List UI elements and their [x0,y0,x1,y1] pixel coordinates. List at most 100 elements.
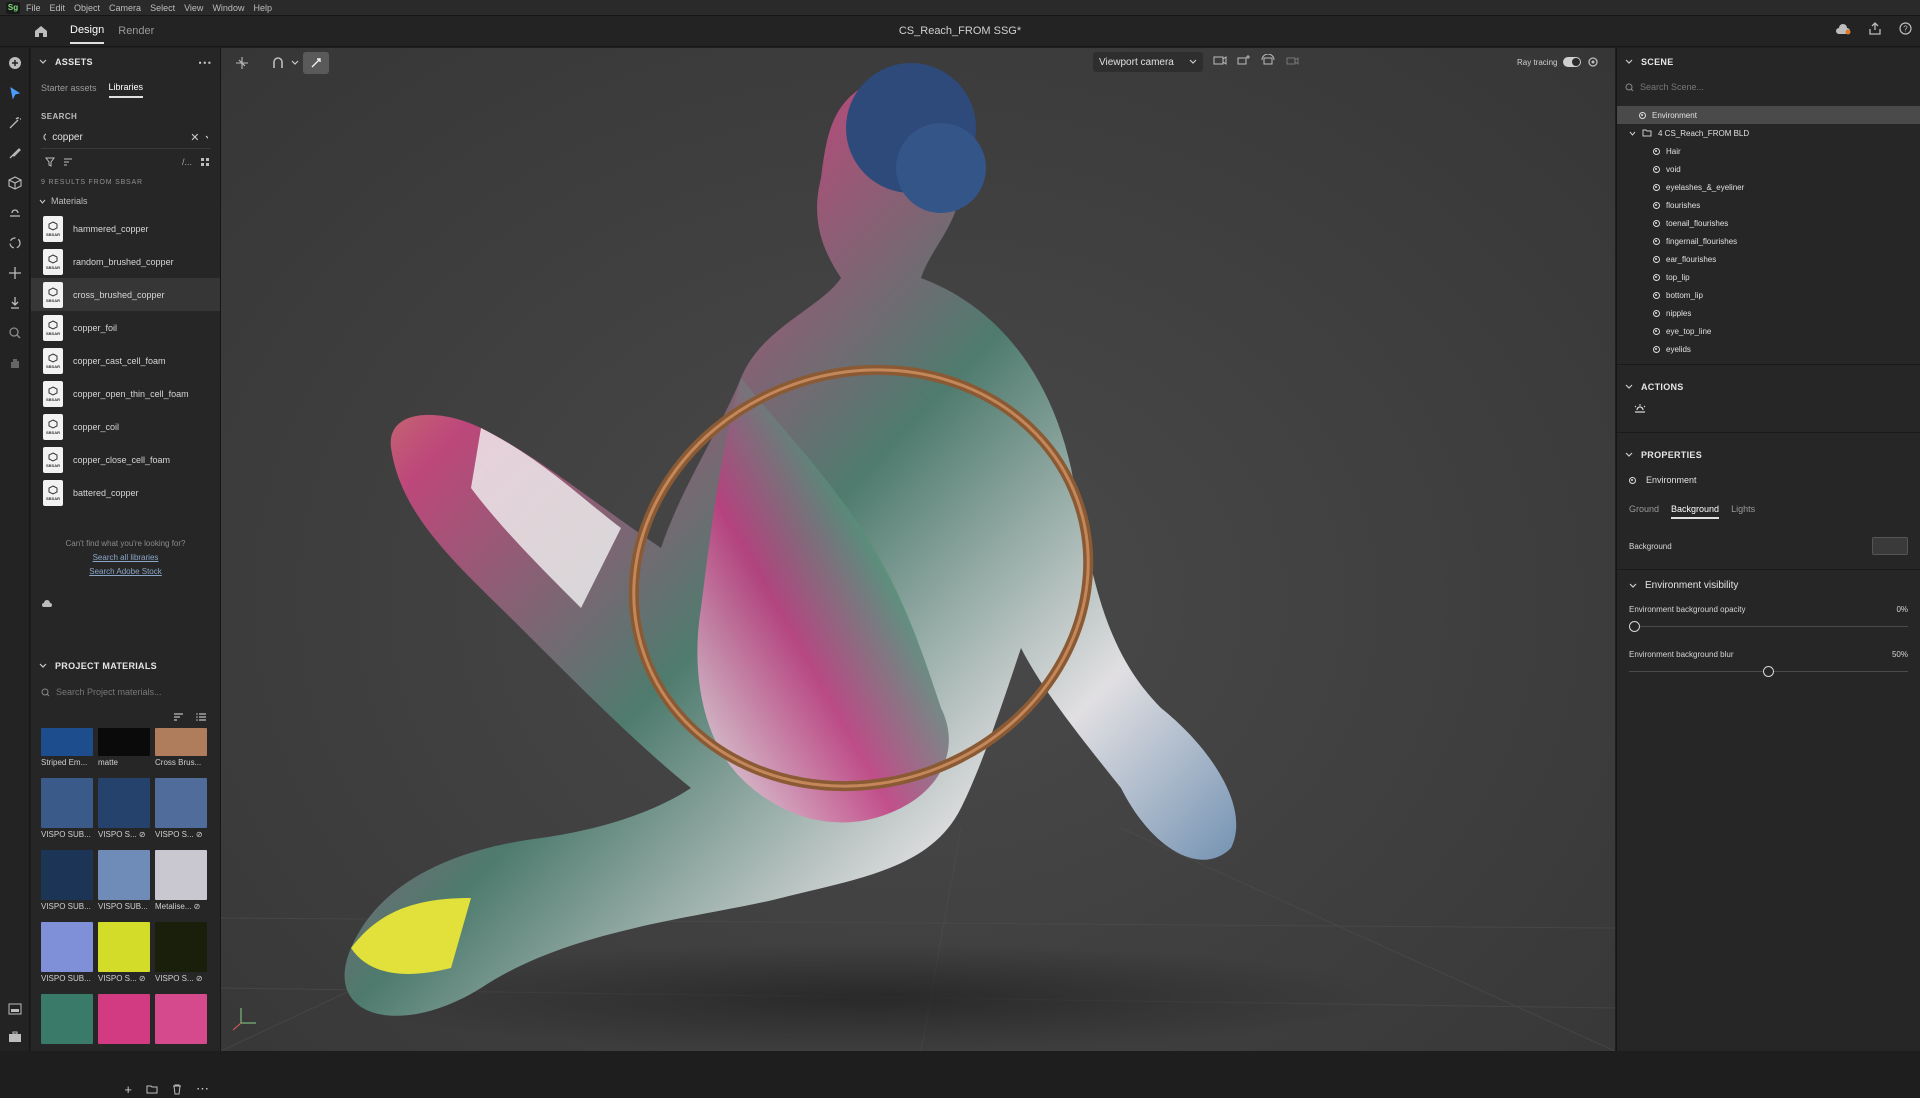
chevron-down-icon[interactable] [291,60,299,66]
materials-group[interactable]: Materials [31,190,220,212]
select-tool[interactable] [0,78,30,108]
tab-render[interactable]: Render [118,19,154,43]
tree-item[interactable]: nipples [1617,304,1920,322]
material-swatch[interactable]: Striped Em... [41,728,93,770]
orbit-tool[interactable] [0,228,30,258]
tree-item[interactable]: flourishes [1617,196,1920,214]
camera-add-icon[interactable] [1237,54,1251,66]
gizmo-toggle[interactable] [303,52,329,74]
share-icon[interactable] [1869,22,1881,35]
filter-icon[interactable] [45,157,55,167]
material-item[interactable]: SBSAR copper_coil [31,410,220,443]
help-icon[interactable]: ? [1899,22,1912,35]
trash-icon[interactable] [172,1084,182,1095]
opacity-slider[interactable] [1629,620,1908,632]
project-search-input[interactable]: Search Project materials... [56,687,162,697]
sort-icon[interactable] [63,157,73,167]
transform-tool[interactable] [229,52,255,74]
material-swatch[interactable]: VISPO S... ⊘ [98,922,150,986]
material-swatch[interactable]: VISPO SUB... [41,778,93,842]
tree-item[interactable]: toenail_flourishes [1617,214,1920,232]
blur-slider[interactable] [1629,665,1908,677]
more-options-icon[interactable]: ⋯ [198,54,212,71]
tree-item[interactable]: ear_flourishes [1617,250,1920,268]
asset-search-input[interactable] [52,132,185,143]
tab-ground[interactable]: Ground [1629,501,1659,519]
chevron-down-icon[interactable] [205,135,208,141]
folder-icon[interactable] [146,1084,158,1094]
tree-item[interactable]: void [1617,160,1920,178]
tab-libraries[interactable]: Libraries [108,78,144,98]
add-icon[interactable]: + [124,1082,132,1097]
clear-search-icon[interactable]: ✕ [190,131,199,144]
ray-tracing-toggle[interactable] [1563,57,1582,67]
material-swatch[interactable]: VISPO SUB... [98,850,150,914]
tree-item-group[interactable]: 4 CS_Reach_FROM BLD [1617,124,1920,142]
viewport[interactable]: Viewport camera Ray tracing [221,48,1615,1051]
environment-light-icon[interactable] [1633,403,1647,415]
home-button[interactable] [26,16,56,46]
scene-search[interactable]: Search Scene... [1625,76,1912,98]
menu-camera[interactable]: Camera [109,3,141,13]
tree-item[interactable]: top_lip [1617,268,1920,286]
material-item[interactable]: SBSAR cross_brushed_copper [31,278,220,311]
opacity-slider-handle[interactable] [1629,621,1640,632]
project-materials-header[interactable]: PROJECT MATERIALS [31,652,221,680]
light-tool[interactable] [0,198,30,228]
material-item[interactable]: SBSAR random_brushed_copper [31,245,220,278]
actions-header[interactable]: ACTIONS [1617,373,1920,401]
tab-lights[interactable]: Lights [1731,501,1755,519]
list-view-icon[interactable] [196,712,207,722]
material-swatch[interactable]: VISPO SUB... [41,922,93,986]
material-swatch[interactable]: VISPO S... ⊘ [155,778,207,842]
assets-header[interactable]: ASSETS ⋯ [31,48,220,76]
tab-design[interactable]: Design [70,18,105,44]
tree-item[interactable]: bottom_lip [1617,286,1920,304]
paint-tool[interactable] [0,138,30,168]
material-item[interactable]: SBSAR copper_foil [31,311,220,344]
tree-item[interactable]: eyelashes_&_eyeliner [1617,178,1920,196]
material-swatch[interactable]: VISPO S... ⊘ [98,778,150,842]
material-item[interactable]: SBSAR copper_open_thin_cell_foam [31,377,220,410]
menu-select[interactable]: Select [150,3,175,13]
zoom-tool[interactable] [0,318,30,348]
menu-view[interactable]: View [184,3,203,13]
menu-file[interactable]: File [26,3,41,13]
search-all-libraries-link[interactable]: Search all libraries [31,551,220,565]
tab-background[interactable]: Background [1671,501,1720,519]
camera-reset-icon[interactable] [1285,54,1299,66]
material-item[interactable]: SBSAR hammered_copper [31,212,220,245]
tree-item[interactable]: Hair [1617,142,1920,160]
material-swatch[interactable] [155,994,207,1058]
add-tool[interactable] [0,48,30,78]
render-settings-icon[interactable] [1587,56,1599,68]
drop-tool[interactable] [0,288,30,318]
material-item[interactable]: SBSAR copper_cast_cell_foam [31,344,220,377]
cloud-sync-icon[interactable] [1835,23,1851,35]
material-item[interactable]: SBSAR battered_copper [31,476,220,509]
menu-help[interactable]: Help [253,3,272,13]
path-icon[interactable]: /... [182,157,192,167]
object-tool[interactable] [0,168,30,198]
panel-toggle-bottom[interactable] [0,994,30,1024]
tree-item[interactable]: fingernail_flourishes [1617,232,1920,250]
properties-header[interactable]: PROPERTIES [1617,441,1920,469]
environment-visibility-header[interactable]: Environment visibility [1617,570,1920,601]
blur-slider-handle[interactable] [1763,666,1774,677]
tree-item-environment[interactable]: Environment [1617,106,1920,124]
more-options-icon[interactable]: ⋯ [196,1081,209,1097]
material-swatch[interactable]: Metalise... ⊘ [155,850,207,914]
tree-item[interactable]: eyelids [1617,340,1920,358]
background-color-swatch[interactable] [1872,537,1908,555]
scene-header[interactable]: SCENE [1617,48,1920,76]
menu-edit[interactable]: Edit [50,3,66,13]
tab-starter-assets[interactable]: Starter assets [41,79,97,97]
search-adobe-stock-link[interactable]: Search Adobe Stock [31,565,220,579]
material-item[interactable]: SBSAR copper_close_cell_foam [31,443,220,476]
viewport-camera-select[interactable]: Viewport camera [1093,52,1203,72]
menu-object[interactable]: Object [74,3,100,13]
camera-orbit-icon[interactable] [1261,54,1275,66]
magic-wand-tool[interactable] [0,108,30,138]
project-search[interactable]: Search Project materials... [41,682,211,702]
material-swatch[interactable] [98,994,150,1058]
